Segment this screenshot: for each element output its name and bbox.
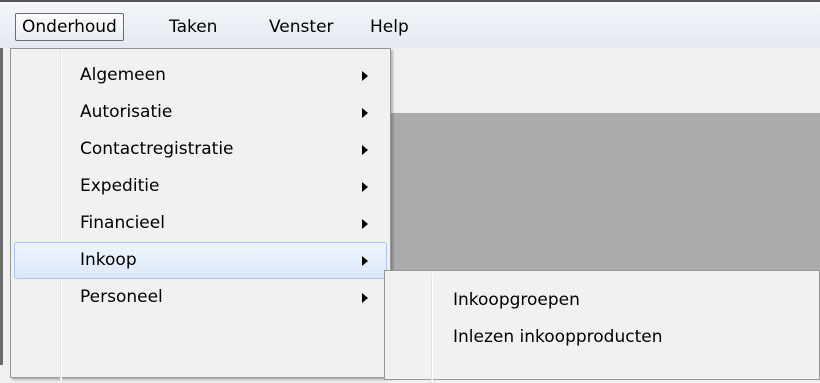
menu-onderhoud[interactable]: Onderhoud <box>15 13 124 41</box>
menu-item-financieel[interactable]: Financieel <box>14 205 387 242</box>
menu-item-inkoop[interactable]: Inkoop <box>14 242 387 279</box>
onderhoud-dropdown-menu: Algemeen Autorisatie Contactregistratie … <box>10 48 391 381</box>
menu-item-contactregistratie[interactable]: Contactregistratie <box>14 131 387 168</box>
submenu-item-inkoopgroepen[interactable]: Inkoopgroepen <box>388 282 818 319</box>
menu-taken[interactable]: Taken <box>163 13 223 41</box>
menu-item-label: Contactregistratie <box>80 139 234 159</box>
inkoop-submenu: Inkoopgroepen Inlezen inkoopproducten <box>384 270 820 383</box>
menu-item-label: Financieel <box>80 213 165 233</box>
menu-item-label: Inkoop <box>80 250 137 270</box>
menu-help[interactable]: Help <box>364 13 415 41</box>
menu-venster[interactable]: Venster <box>263 13 340 41</box>
submenu-item-label: Inlezen inkoopproducten <box>453 327 663 347</box>
chevron-right-icon <box>362 293 368 303</box>
submenu-item-label: Inkoopgroepen <box>453 290 580 310</box>
menu-item-label: Expeditie <box>80 176 160 196</box>
menu-item-label: Personeel <box>80 287 163 307</box>
menu-item-autorisatie[interactable]: Autorisatie <box>14 94 387 131</box>
workspace-area <box>385 113 820 273</box>
chevron-right-icon <box>362 182 368 192</box>
menu-item-algemeen[interactable]: Algemeen <box>14 57 387 94</box>
window-left-border <box>0 48 3 365</box>
menu-item-label: Autorisatie <box>80 102 173 122</box>
chevron-right-icon <box>362 219 368 229</box>
menu-item-label: Algemeen <box>80 65 166 85</box>
chevron-right-icon <box>362 145 368 155</box>
menu-item-personeel[interactable]: Personeel <box>14 279 387 316</box>
menu-item-expeditie[interactable]: Expeditie <box>14 168 387 205</box>
chevron-right-icon <box>362 256 368 266</box>
chevron-right-icon <box>362 71 368 81</box>
chevron-right-icon <box>362 108 368 118</box>
menu-bar: Onderhoud Taken Venster Help <box>0 2 820 49</box>
submenu-item-inlezen-inkoopproducten[interactable]: Inlezen inkoopproducten <box>388 319 818 356</box>
